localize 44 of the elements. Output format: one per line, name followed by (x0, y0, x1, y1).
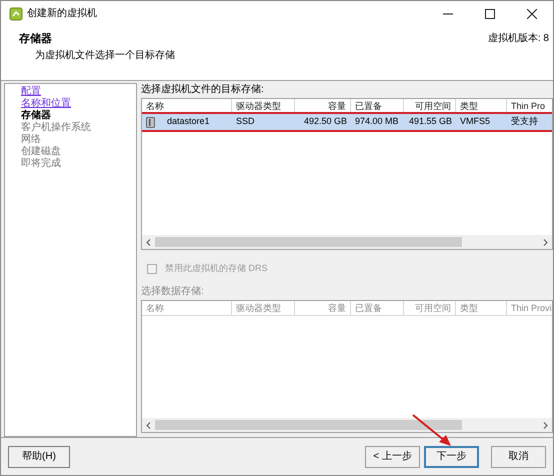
table-caption: 选择数据存储: (141, 284, 205, 298)
column-header[interactable]: 驱动器类型 (232, 300, 295, 314)
column-header[interactable]: 类型 (456, 300, 507, 314)
page-description: 为虚拟机文件选择一个目标存储 (35, 48, 175, 62)
page-heading: 存储器 (19, 32, 53, 47)
scroll-left-icon[interactable] (146, 238, 151, 246)
column-header[interactable]: 名称 (142, 300, 232, 314)
column-header[interactable]: 已置备 (351, 300, 404, 314)
app-icon (9, 6, 23, 20)
step-item: 存储器 (21, 110, 51, 122)
table-row[interactable]: datastore1 SSD 492.50 GB 974.00 MB 491.55 GB VMFS5 受支持 (142, 114, 552, 130)
column-header[interactable]: Thin Provi (507, 300, 552, 314)
table-cell-text: 受支持 (511, 115, 538, 128)
version-label: 虚拟机版本: 8 (488, 32, 549, 46)
cancel-button[interactable]: 取消 (491, 446, 546, 468)
horizontal-scrollbar[interactable] (142, 235, 552, 249)
window-title: 创建新的虚拟机 (27, 6, 97, 21)
horizontal-scrollbar[interactable] (142, 418, 552, 432)
table-cell-text: 974.00 MB (355, 115, 399, 128)
step-item: 即将完成 (21, 158, 61, 170)
maximize-icon[interactable] (485, 8, 495, 18)
table-cell-text: 491.55 GB (408, 115, 452, 128)
scroll-right-icon[interactable] (543, 422, 548, 428)
help-button[interactable]: 帮助(H) (8, 446, 70, 468)
arrow-annotation (411, 413, 453, 447)
table-cell-text: 492.50 GB (304, 115, 347, 128)
scroll-right-icon[interactable] (543, 238, 548, 246)
datastore-icon (146, 116, 155, 128)
next-button[interactable]: 下一步 (424, 446, 479, 468)
step-item[interactable]: 配置 (21, 86, 41, 98)
scroll-left-icon[interactable] (146, 422, 151, 428)
table-cell-text: SSD (236, 115, 255, 128)
step-item: 客户机操作系统 (21, 122, 91, 134)
table-cell-text: datastore1 (167, 115, 210, 128)
step-item: 网络 (21, 134, 41, 146)
step-item: 创建磁盘 (21, 146, 61, 158)
table-cell-text: VMFS5 (460, 115, 490, 128)
column-header[interactable]: 容量 (295, 300, 351, 314)
back-button[interactable]: < 上一步 (365, 446, 420, 468)
table-caption: 选择虚拟机文件的目标存储: (141, 83, 265, 97)
step-item[interactable]: 名称和位置 (21, 98, 71, 110)
close-icon[interactable] (527, 8, 537, 18)
checkbox-label: 禁用此虚拟机的存储 DRS (165, 262, 268, 275)
column-header[interactable]: 可用空间 (404, 300, 456, 314)
